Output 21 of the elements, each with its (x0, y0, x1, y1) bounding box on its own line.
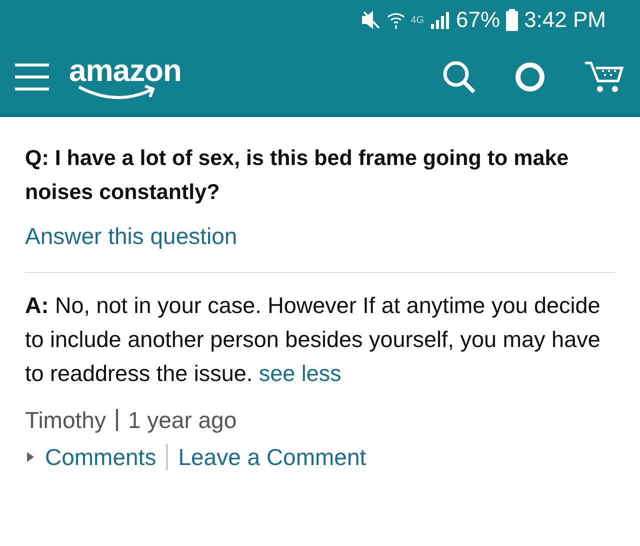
mute-icon (360, 11, 381, 29)
signal-icon (430, 11, 450, 29)
triangle-right-icon[interactable] (25, 452, 35, 462)
menu-icon[interactable] (15, 63, 49, 91)
battery-percent: 67% (456, 7, 500, 33)
answer-text: A: No, not in your case. However If at anytime you decide to include another person besides yourself, you may have to readdress the issue. see less (25, 292, 602, 388)
logo-text: amazon (69, 56, 182, 86)
comments-link[interactable]: Comments (45, 444, 156, 470)
cart-icon[interactable] (584, 60, 624, 94)
answer-question-link[interactable]: Answer this question (25, 223, 238, 250)
author-name: Timothy (25, 406, 106, 434)
ring-icon[interactable] (514, 61, 546, 93)
clock: 3:42 PM (524, 7, 606, 33)
wifi-icon (386, 11, 405, 29)
battery-icon (506, 9, 518, 31)
search-icon[interactable] (442, 60, 476, 94)
question-text: Q: I have a lot of sex, is this bed frame going to make noises constantly? (25, 145, 570, 206)
see-less-link[interactable]: see less (258, 361, 342, 386)
answer-time: 1 year ago (128, 406, 237, 434)
leave-comment-link[interactable]: Leave a Comment (178, 444, 366, 470)
network-label: 4G (410, 14, 424, 26)
